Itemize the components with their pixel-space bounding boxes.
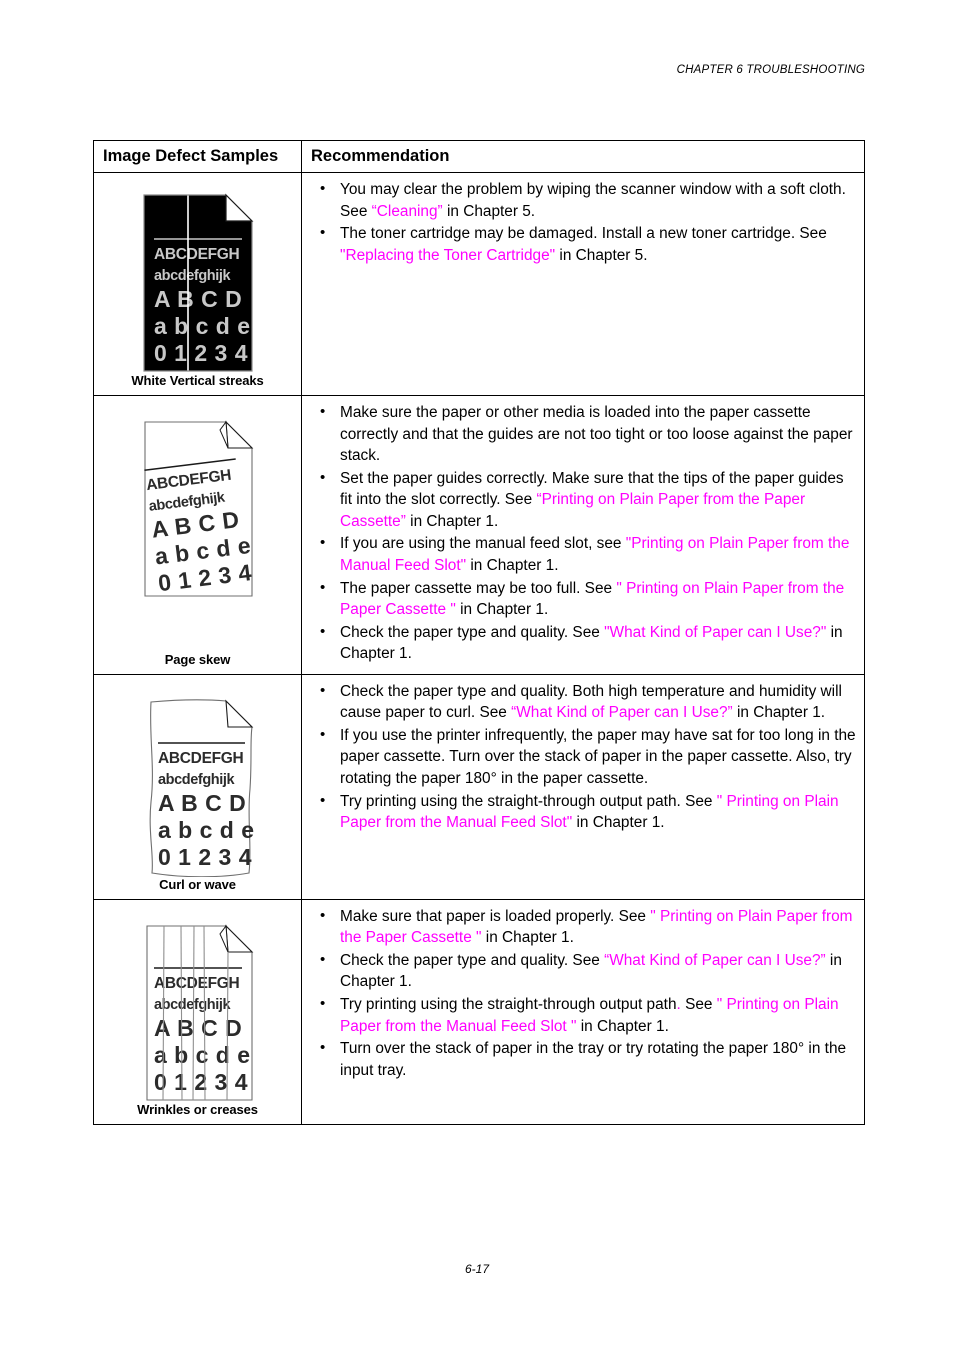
recommendation-text: in Chapter 1. — [732, 704, 826, 722]
recommendation-cell: Make sure the paper or other media is lo… — [301, 395, 865, 675]
recommendation-item: The paper cassette may be too full. See … — [302, 576, 858, 621]
cross-reference-link[interactable]: “Cleaning” — [372, 203, 443, 220]
recommendation-text: in Chapter 1. — [466, 556, 559, 574]
svg-text:abcdefghijk: abcdefghijk — [154, 268, 232, 284]
svg-text:abcdefghijk: abcdefghijk — [154, 997, 232, 1013]
defect-sample-caption: White Vertical streaks — [131, 373, 264, 388]
svg-text:ABCDEFGH: ABCDEFGH — [154, 975, 240, 992]
defect-sample-cell: ABCDEFGH abcdefghijk A B C D a b c d e 0… — [93, 673, 302, 900]
table-row: ABCDEFGH abcdefghijk A B C D a b c d e 0… — [93, 395, 865, 675]
table-row: ABCDEFGH abcdefghijk A B C D a b c d e 0… — [93, 673, 865, 900]
cross-reference-link[interactable]: "Replacing the Toner Cartridge" — [340, 247, 555, 264]
recommendation-text: See — [680, 996, 717, 1013]
defect-sample-caption: Page skew — [164, 651, 231, 667]
svg-text:0 1 2 3 4: 0 1 2 3 4 — [154, 1069, 248, 1095]
recommendation-text: Make sure that paper is loaded properly.… — [340, 907, 651, 925]
column-header-recommendation: Recommendation — [301, 140, 865, 173]
recommendation-item: The toner cartridge may be damaged. Inst… — [302, 222, 858, 266]
recommendation-list: Check the paper type and quality. Both h… — [302, 680, 858, 834]
recommendation-list: Make sure the paper or other media is lo… — [302, 401, 858, 665]
svg-text:A B C D: A B C D — [154, 1015, 242, 1041]
recommendation-text: Check the paper type and quality. See — [340, 623, 605, 641]
svg-text:ABCDEFGH: ABCDEFGH — [154, 246, 240, 263]
svg-text:A B C D: A B C D — [154, 286, 242, 312]
recommendation-cell: Check the paper type and quality. Both h… — [301, 673, 865, 900]
svg-text:ABCDEFGH: ABCDEFGH — [158, 750, 244, 767]
image-defect-table: Image Defect Samples Recommendation ABCD… — [93, 140, 865, 1125]
recommendation-item: You may clear the problem by wiping the … — [302, 178, 858, 222]
svg-text:0 1 2 3 4: 0 1 2 3 4 — [154, 340, 248, 366]
cross-reference-link[interactable]: “What Kind of Paper can I Use?” — [604, 952, 826, 969]
recommendation-text: Try printing using the straight-through … — [340, 792, 717, 810]
recommendation-text: in Chapter 1. — [405, 512, 499, 530]
svg-text:a b c d e: a b c d e — [154, 313, 251, 339]
defect-sample-cell: ABCDEFGH abcdefghijk A B C D a b c d e 0… — [93, 898, 302, 1125]
svg-text:a b c d e: a b c d e — [158, 817, 254, 843]
recommendation-item: Turn over the stack of paper in the tray… — [302, 1037, 858, 1081]
page-number: 6-17 — [464, 1262, 490, 1276]
recommendation-text: in Chapter 5. — [442, 202, 536, 220]
recommendation-text: in Chapter 1. — [572, 814, 665, 832]
table-header-row: Image Defect Samples Recommendation — [93, 140, 865, 173]
recommendation-text: Try printing using the straight-through … — [340, 996, 677, 1013]
defect-sample-caption: Curl or wave — [159, 876, 236, 892]
recommendation-list: Make sure that paper is loaded properly.… — [302, 905, 858, 1082]
defect-sample-graphic: ABCDEFGH abcdefghijk A B C D a b c d e 0… — [142, 193, 253, 372]
recommendation-item: If you use the printer infrequently, the… — [302, 724, 858, 790]
recommendation-item: Make sure that paper is loaded properly.… — [302, 905, 858, 949]
recommendation-text: If you use the printer infrequently, the… — [340, 726, 856, 787]
defect-sample-graphic: ABCDEFGH abcdefghijk A B C D a b c d e 0… — [143, 420, 253, 597]
recommendation-item: Try printing using the straight-through … — [302, 790, 858, 834]
defect-sample-caption: Wrinkles or creases — [137, 1101, 258, 1117]
defect-sample-graphic: ABCDEFGH abcdefghijk A B C D a b c d e 0… — [145, 924, 253, 1101]
recommendation-item: If you are using the manual feed slot, s… — [302, 532, 858, 576]
defect-sample-graphic: ABCDEFGH abcdefghijk A B C D a b c d e 0… — [149, 699, 254, 877]
recommendation-text: Make sure the paper or other media is lo… — [340, 404, 853, 465]
recommendation-text: in Chapter 1. — [455, 601, 549, 619]
table-row: ABCDEFGH abcdefghijk A B C D a b c d e 0… — [93, 172, 865, 396]
recommendation-item: Check the paper type and quality. Both h… — [302, 680, 858, 724]
recommendation-item: Check the paper type and quality. See "W… — [302, 621, 858, 665]
recommendation-text: in Chapter 1. — [576, 1017, 669, 1035]
cross-reference-link[interactable]: “What Kind of Paper can I Use?” — [511, 704, 733, 721]
recommendation-list: You may clear the problem by wiping the … — [302, 178, 858, 266]
recommendation-item: Check the paper type and quality. See “W… — [302, 949, 858, 993]
recommendation-text: The paper cassette may be too full. See — [340, 579, 617, 597]
recommendation-item: Make sure the paper or other media is lo… — [302, 401, 858, 467]
svg-text:abcdefghijk: abcdefghijk — [158, 772, 236, 788]
column-header-image-defect-samples: Image Defect Samples — [93, 140, 302, 173]
recommendation-item: Try printing using the straight-through … — [302, 993, 858, 1037]
running-head: CHAPTER 6 TROUBLESHOOTING — [676, 64, 865, 76]
recommendation-item: Set the paper guides correctly. Make sur… — [302, 467, 858, 533]
cross-reference-link[interactable]: "What Kind of Paper can I Use?" — [604, 624, 826, 641]
table-body: ABCDEFGH abcdefghijk A B C D a b c d e 0… — [93, 172, 865, 1125]
defect-sample-cell: ABCDEFGH abcdefghijk A B C D a b c d e 0… — [93, 395, 302, 675]
defect-sample-cell: ABCDEFGH abcdefghijk A B C D a b c d e 0… — [93, 172, 302, 396]
recommendation-text: in Chapter 1. — [481, 929, 574, 947]
recommendation-text: If you are using the manual feed slot, s… — [340, 535, 626, 553]
recommendation-cell: You may clear the problem by wiping the … — [301, 172, 865, 396]
svg-text:a b c d e: a b c d e — [154, 1042, 251, 1068]
recommendation-text: in Chapter 5. — [555, 246, 648, 264]
table-row: ABCDEFGH abcdefghijk A B C D a b c d e 0… — [93, 898, 865, 1125]
recommendation-text: Turn over the stack of paper in the tray… — [340, 1040, 847, 1079]
svg-text:A B C D: A B C D — [158, 790, 246, 816]
recommendation-cell: Make sure that paper is loaded properly.… — [301, 898, 865, 1125]
svg-text:0 1 2 3 4: 0 1 2 3 4 — [158, 844, 252, 870]
recommendation-text: Check the paper type and quality. See — [340, 951, 605, 969]
recommendation-text: The toner cartridge may be damaged. Inst… — [340, 225, 827, 243]
